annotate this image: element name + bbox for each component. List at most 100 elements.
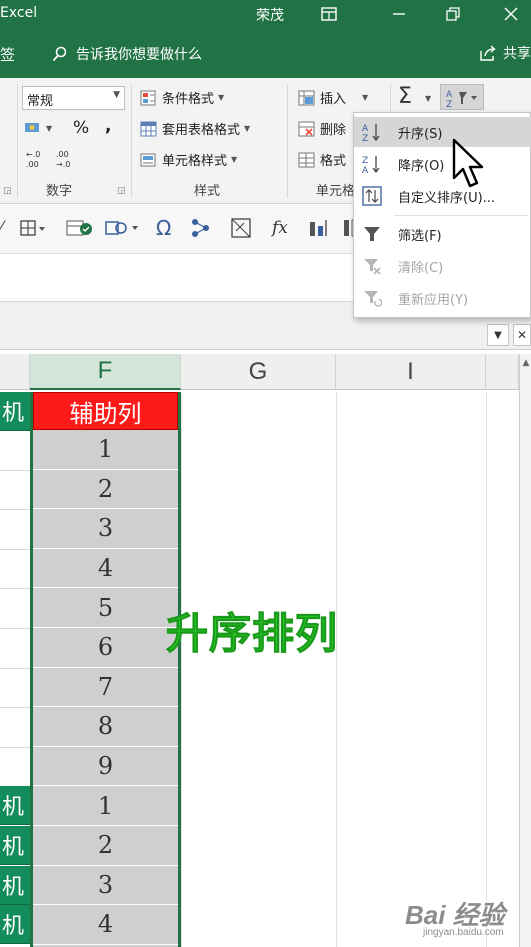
number-format-combo[interactable]: 常规 ▼ (22, 86, 125, 110)
clear-filter-icon (360, 255, 384, 277)
insert-function-button[interactable]: fx (272, 216, 288, 240)
partial-cell[interactable]: 机 (0, 786, 30, 826)
comma-style-button[interactable]: , (105, 116, 111, 136)
data-cell[interactable]: 3 (33, 865, 178, 906)
accounting-format-button[interactable]: ▼ (24, 120, 52, 136)
data-cell[interactable]: 1 (33, 430, 178, 470)
worksheet-grid[interactable]: 机机机机机 辅助列 1234567891234 (0, 392, 519, 947)
delete-cells-icon (298, 121, 316, 137)
svg-text:Z: Z (362, 134, 368, 142)
vertical-scrollbar[interactable]: ▲ (519, 354, 531, 947)
sort-filter-button[interactable]: A Z (440, 84, 484, 110)
data-cell[interactable]: 1 (33, 786, 178, 826)
insert-button[interactable]: 插入 ▼ (298, 88, 368, 107)
column-header-next[interactable] (486, 354, 519, 390)
menu-item-custom-sort[interactable]: 自定义排序(U)... (354, 181, 531, 211)
conditional-format-icon (140, 90, 158, 106)
svg-text:A: A (446, 90, 453, 100)
number-format-value: 常规 (27, 94, 54, 109)
menu-item-reapply[interactable]: 重新应用(Y) (354, 283, 531, 313)
close-icon[interactable]: ✕ (513, 324, 531, 346)
column-chart-icon[interactable] (308, 216, 332, 240)
data-cell[interactable]: 2 (33, 826, 178, 866)
grid-line (0, 548, 30, 550)
chevron-down-icon: ▼ (113, 90, 120, 100)
column-header-i[interactable]: I (336, 354, 486, 390)
borders-icon[interactable] (20, 216, 46, 240)
column-f-selection[interactable]: 辅助列 1234567891234 (30, 392, 181, 947)
ribbon-display-icon[interactable] (318, 3, 340, 25)
column-header-g[interactable]: G (181, 354, 336, 390)
tell-me-search[interactable]: 告诉我你想要做什么 (52, 44, 202, 64)
svg-text:Z: Z (446, 100, 452, 108)
data-cell[interactable]: 4 (33, 905, 178, 945)
protect-sheet-icon[interactable] (66, 216, 94, 240)
restore-icon[interactable] (442, 3, 464, 25)
format-button[interactable]: 格式 (298, 150, 346, 169)
dialog-launcher-icon[interactable]: ◲ (117, 186, 126, 196)
increase-decimal-button[interactable]: ←.0.00 (24, 148, 48, 170)
svg-text:.00: .00 (56, 150, 69, 159)
data-cell[interactable]: 9 (33, 746, 178, 787)
menu-label: 清除(C) (398, 260, 444, 276)
format-as-table-icon (140, 121, 158, 137)
camera-icon[interactable] (230, 216, 254, 240)
data-cell[interactable]: 8 (33, 707, 178, 747)
data-cell[interactable]: 5 (33, 588, 178, 628)
sort-filter-icon: A Z (446, 90, 477, 110)
menu-item-filter[interactable]: 筛选(F) (354, 219, 531, 249)
scroll-up-icon[interactable]: ▲ (520, 358, 531, 372)
paint-icon[interactable]: ⁄ (0, 216, 3, 240)
grid-line (0, 588, 30, 590)
partial-cell[interactable]: 机 (0, 392, 30, 431)
grid-line (0, 746, 30, 748)
chevron-down-icon[interactable]: ▼ (487, 324, 509, 346)
ribbon-separator (287, 84, 288, 198)
data-cell[interactable]: 6 (33, 628, 178, 668)
menu-item-clear[interactable]: 清除(C) (354, 251, 531, 281)
partial-cell[interactable]: 机 (0, 865, 30, 905)
sort-descending-icon: ZA (360, 153, 384, 175)
mouse-cursor-icon (452, 138, 484, 188)
partial-cell[interactable]: 机 (0, 826, 30, 865)
header-cell[interactable]: 辅助列 (33, 392, 178, 430)
chevron-down-icon[interactable]: ▼ (425, 94, 431, 103)
grid-line (336, 392, 337, 947)
insert-label: 插入 (320, 92, 347, 107)
data-cell[interactable]: 4 (33, 548, 178, 589)
decrease-decimal-button[interactable]: .00 →.0 (54, 148, 78, 170)
grid-line (0, 469, 30, 471)
conditional-format-button[interactable]: 条件格式 ▼ (140, 88, 224, 107)
cell-styles-button[interactable]: 单元格样式 ▼ (140, 150, 237, 169)
app-title: Excel (0, 5, 38, 21)
data-cell[interactable]: 7 (33, 667, 178, 708)
ribbon-tab-partial[interactable]: 签 (0, 44, 15, 65)
chevron-down-icon: ▼ (46, 123, 53, 133)
menu-item-sort-ascending[interactable]: AZ 升序(S) (354, 117, 531, 147)
grid-line (0, 509, 30, 511)
data-cell[interactable]: 3 (33, 509, 178, 549)
percent-button[interactable]: % (73, 118, 89, 138)
menu-label: 重新应用(Y) (398, 292, 469, 308)
format-as-table-button[interactable]: 套用表格格式 ▼ (140, 119, 250, 138)
symbol-button[interactable]: Ω (156, 216, 171, 240)
chevron-down-icon: ▼ (244, 124, 251, 133)
share-button[interactable]: 共享 (479, 43, 531, 63)
chevron-down-icon: ▼ (231, 155, 238, 164)
delete-button[interactable]: 删除 (298, 119, 346, 138)
menu-item-sort-descending[interactable]: ZA 降序(O) (354, 149, 531, 179)
user-name[interactable]: 荣茂 (256, 5, 284, 25)
partial-cell[interactable]: 机 (0, 905, 30, 945)
close-icon[interactable] (500, 3, 522, 25)
autosum-button[interactable]: Σ (398, 84, 412, 109)
data-cell[interactable]: 2 (33, 469, 178, 510)
smartart-icon[interactable] (190, 216, 212, 240)
shapes-icon[interactable] (104, 216, 142, 240)
chevron-down-icon: ▼ (218, 93, 225, 102)
column-header-f[interactable]: F (30, 354, 181, 390)
tell-me-text: 告诉我你想要做什么 (76, 47, 202, 63)
dialog-launcher-icon[interactable]: ◲ (3, 186, 12, 196)
grid-line (181, 392, 182, 947)
column-header-e[interactable] (0, 354, 30, 390)
minimize-icon[interactable] (388, 3, 410, 25)
